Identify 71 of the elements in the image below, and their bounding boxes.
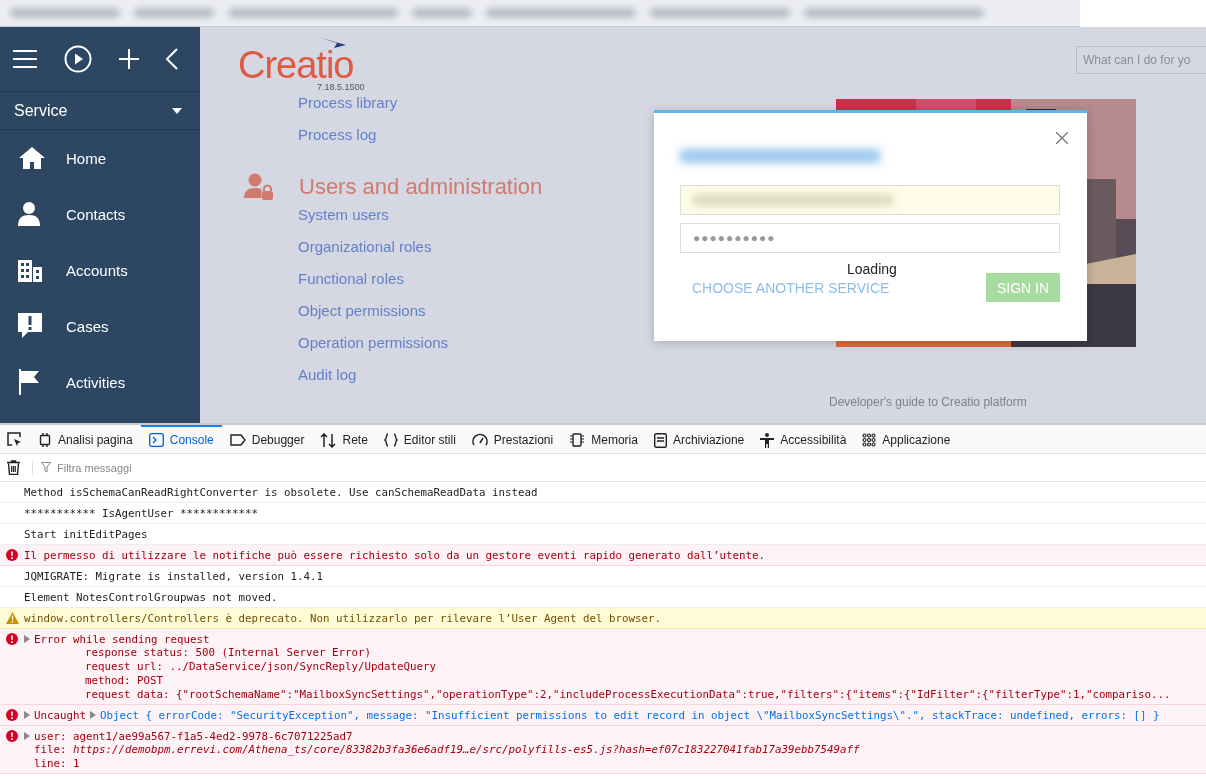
console-icon bbox=[148, 433, 164, 447]
nav-item[interactable]: Home bbox=[0, 130, 200, 186]
message-detail: line: 1 bbox=[33, 757, 81, 771]
close-icon[interactable] bbox=[1056, 132, 1068, 144]
caret-icon bbox=[172, 107, 182, 114]
nav-item[interactable]: Activities bbox=[0, 354, 200, 410]
menu-icon[interactable] bbox=[12, 49, 38, 69]
tag-icon bbox=[229, 434, 246, 446]
error-icon bbox=[6, 709, 18, 721]
memory-chip-icon bbox=[569, 433, 586, 447]
message-detail: file: https://demobpm.errevi.com/Athena_ts/core/83382b3fa36e6adf19…e/src/polyfills-es5.js?hash=ef07c183227041fab17a39ebb7549aff bbox=[33, 743, 860, 757]
braces-icon bbox=[383, 433, 398, 447]
message-detail: request url: ../DataService/json/SyncReply/UpdateQuery bbox=[84, 660, 438, 674]
chevron-left-icon[interactable] bbox=[166, 48, 178, 70]
loading-label: Loading bbox=[847, 261, 897, 277]
message-text: JQMIGRATE: Migrate is installed, version 1.4.1 bbox=[24, 569, 323, 583]
message-text: window.controllers/Controllers è deprecato. Non utilizzarlo per rilevare l’User Agent del browser. bbox=[24, 611, 662, 625]
devtools-tab[interactable]: Debugger bbox=[221, 425, 313, 453]
devtools-tab[interactable]: Rete bbox=[312, 425, 376, 453]
message-text: Il permesso di utilizzare le notifiche può essere richiesto solo da un gestore eventi rapido generato dall’utente. bbox=[24, 548, 766, 562]
element-picker-icon[interactable] bbox=[6, 431, 22, 447]
message-text: Uncaught bbox=[34, 708, 86, 722]
expand-arrow-icon[interactable] bbox=[24, 732, 30, 740]
gauge-icon bbox=[471, 433, 488, 447]
devtools-tab[interactable]: Memoria bbox=[561, 425, 646, 453]
user-lock-icon bbox=[244, 173, 274, 201]
expand-arrow-icon[interactable] bbox=[90, 711, 96, 719]
search-field[interactable]: What can I do for yo bbox=[1076, 46, 1206, 74]
trash-icon[interactable] bbox=[7, 460, 20, 475]
version-label: 7.18.5.1500 bbox=[317, 83, 365, 92]
chip-icon bbox=[38, 433, 52, 447]
alert-message-icon bbox=[18, 313, 42, 339]
email-field[interactable] bbox=[680, 185, 1060, 215]
message-detail: method: POST bbox=[84, 674, 165, 688]
nav-item[interactable]: Cases bbox=[0, 298, 200, 354]
person-icon bbox=[18, 202, 40, 226]
message-text: Error while sending request bbox=[34, 632, 210, 646]
error-icon bbox=[6, 549, 18, 561]
error-icon bbox=[6, 633, 18, 645]
grid-icon bbox=[862, 433, 877, 447]
devtools-tab[interactable]: Applicazione bbox=[854, 425, 959, 453]
storage-icon bbox=[653, 432, 667, 448]
message-text: user: agent1/ae99a567-f1a5-4ed2-9978-6c7071225ad7 bbox=[34, 729, 353, 743]
error-icon bbox=[6, 730, 18, 742]
home-icon bbox=[18, 146, 46, 170]
expand-arrow-icon[interactable] bbox=[24, 635, 30, 643]
devtools-tab[interactable]: Console bbox=[140, 425, 222, 453]
play-icon[interactable] bbox=[64, 45, 92, 73]
devtools-tab[interactable]: Accessibilità bbox=[752, 425, 855, 453]
expand-arrow-icon[interactable] bbox=[24, 711, 30, 719]
message-text: *********** IsAgentUser ************ bbox=[24, 506, 258, 520]
section-title: Users and administration bbox=[299, 174, 543, 200]
nav-item[interactable]: Contacts bbox=[0, 186, 200, 242]
message-text: Element NotesControlGroupwas not moved. bbox=[24, 590, 278, 604]
devtools-tab[interactable]: Analisi pagina bbox=[30, 425, 141, 453]
up-down-arrows-icon bbox=[320, 432, 337, 448]
message-text: Method isSchemaCanReadRightConverter is obsolete. Use canSchemaReadData instead bbox=[24, 485, 538, 499]
message-detail: request data: {"rootSchemaName":"MailboxSyncSettings","operationType":2,"includeProcessExecutionData":true,"filters":{"items":{"IdFilter":{"filterType":1,"compariso... bbox=[84, 688, 1171, 702]
filter-icon bbox=[41, 462, 51, 473]
building-icon bbox=[18, 258, 42, 282]
warning-icon bbox=[5, 612, 19, 624]
message-text: Start initEditPages bbox=[24, 527, 148, 541]
plus-icon[interactable] bbox=[118, 48, 140, 70]
devtools-tab[interactable]: Prestazioni bbox=[463, 425, 562, 453]
flag-icon bbox=[18, 369, 40, 395]
nav-item[interactable]: Accounts bbox=[0, 242, 200, 298]
devtools-tab[interactable]: Archiviazione bbox=[645, 425, 753, 453]
devtools-tab[interactable]: Editor stili bbox=[375, 425, 464, 453]
message-detail: response status: 500 (Internal Server Error) bbox=[84, 646, 373, 660]
accessibility-icon bbox=[760, 432, 775, 448]
object-preview[interactable]: Object { errorCode: "SecurityException", message: "Insufficient permissions to edit record in object \"MailboxSyncSettings\".", stackTrace: undefined, errors: [] } bbox=[100, 708, 1160, 722]
